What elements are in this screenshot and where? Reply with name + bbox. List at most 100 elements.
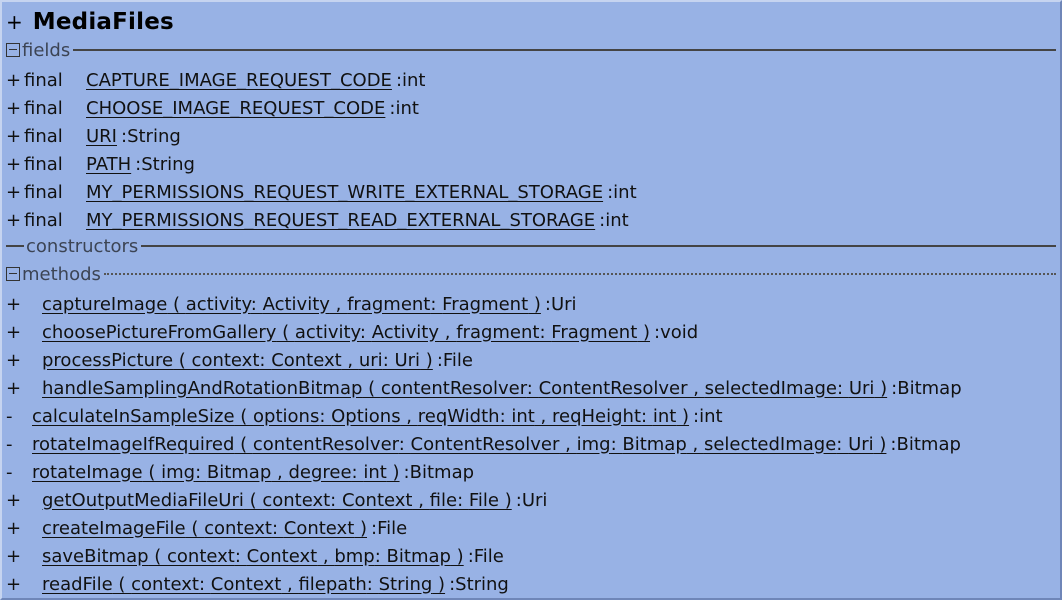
return-type: File — [442, 349, 474, 371]
param-separator: , — [687, 377, 705, 399]
method-row[interactable]: + getOutputMediaFileUri ( context: Contex… — [6, 486, 547, 514]
method-signature: getOutputMediaFileUri ( context: Context… — [42, 490, 512, 511]
section-divider — [141, 245, 1056, 247]
type-separator: : — [837, 377, 849, 399]
method-name: handleSamplingAndRotationBitmap — [42, 377, 363, 399]
method-row[interactable]: + saveBitmap ( context: Context , bmp: Bi… — [6, 542, 504, 570]
field-modifier: final — [24, 125, 63, 147]
field-row[interactable]: + final CAPTURE_IMAGE_REQUEST_CODE: int — [6, 66, 425, 94]
paren-close: ) — [432, 573, 446, 595]
method-name: saveBitmap — [42, 545, 149, 567]
param-name: fragment — [456, 321, 540, 343]
field-row[interactable]: + final URI: String — [6, 122, 181, 150]
type-separator: : — [526, 377, 539, 399]
paren-close: ) — [354, 517, 368, 539]
method-row[interactable]: + handleSamplingAndRotationBitmap ( conte… — [6, 374, 962, 402]
field-name: MY_PERMISSIONS_REQUEST_READ_EXTERNAL_STO… — [86, 209, 596, 231]
collapse-icon[interactable] — [6, 43, 20, 57]
paren-close: ) — [874, 377, 888, 399]
param-name: degree — [288, 461, 352, 483]
method-signature: choosePictureFromGallery ( activity: Act… — [42, 322, 650, 343]
param-name: file — [429, 489, 458, 511]
return-type: File — [473, 545, 504, 567]
paren-open: ( — [167, 293, 186, 315]
param-name: filepath — [298, 573, 367, 595]
type-separator: : — [330, 489, 342, 511]
param-name: context — [262, 489, 331, 511]
method-visibility: + — [6, 545, 22, 567]
param-type: Bitmap — [622, 433, 687, 455]
paren-close: ) — [676, 405, 690, 427]
method-signature: createImageFile ( context: Context ) — [42, 518, 367, 539]
method-row[interactable]: + readFile ( context: Context , filepath:… — [6, 570, 509, 598]
field-row[interactable]: + final MY_PERMISSIONS_REQUEST_WRITE_EXTER… — [6, 178, 637, 206]
field-row[interactable]: + final MY_PERMISSIONS_REQUEST_READ_EXTERN… — [6, 206, 629, 234]
paren-open: ( — [362, 377, 381, 399]
type-separator: : — [430, 293, 443, 315]
return-type: String — [455, 573, 509, 595]
type-separator: : — [457, 489, 469, 511]
method-row[interactable]: + processPicture ( context: Context , uri… — [6, 346, 473, 374]
method-visibility: + — [6, 321, 22, 343]
methods-label: methods — [22, 263, 101, 285]
param-type: Uri — [394, 349, 421, 371]
return-type: Bitmap — [897, 377, 962, 399]
method-name: rotateImageIfRequired — [32, 433, 235, 455]
method-row[interactable]: + createImageFile ( context: Context ): Fi… — [6, 514, 407, 542]
param-type: Bitmap — [206, 461, 272, 483]
method-name: calculateInSampleSize — [32, 405, 235, 427]
method-row[interactable]: - rotateImage ( img: Bitmap , degree: int… — [6, 458, 474, 486]
section-divider — [6, 245, 24, 247]
field-type: int — [402, 69, 426, 91]
method-visibility: + — [6, 293, 22, 315]
param-type: Activity — [262, 293, 330, 315]
type-separator: : — [271, 517, 284, 539]
paren-open: ( — [243, 489, 263, 511]
param-name: reqHeight — [552, 405, 642, 427]
param-type: int — [363, 461, 387, 483]
param-type: ContentResolver — [538, 377, 688, 399]
field-type: int — [605, 209, 629, 231]
method-visibility: + — [6, 517, 22, 539]
param-name: activity — [185, 293, 251, 315]
method-row[interactable]: + captureImage ( activity: Activity , fra… — [6, 290, 577, 318]
method-visibility: + — [6, 573, 22, 595]
field-modifier: final — [24, 209, 63, 231]
param-name: options — [253, 405, 320, 427]
field-visibility: + — [6, 153, 22, 175]
param-type: Context — [246, 545, 318, 567]
type-separator: : — [359, 321, 372, 343]
method-signature: handleSamplingAndRotationBitmap ( conten… — [42, 378, 887, 399]
field-name: MY_PERMISSIONS_REQUEST_WRITE_EXTERNAL_ST… — [86, 181, 604, 203]
field-row[interactable]: + final CHOOSE_IMAGE_REQUEST_CODE: int — [6, 94, 419, 122]
param-separator: , — [686, 433, 704, 455]
method-row[interactable]: - rotateImageIfRequired ( contentResolver… — [6, 430, 961, 458]
param-type: Bitmap — [386, 545, 451, 567]
param-separator: , — [271, 461, 289, 483]
field-modifier: final — [24, 181, 63, 203]
paren-close: ) — [637, 321, 651, 343]
method-visibility: + — [6, 349, 22, 371]
param-separator: , — [400, 405, 418, 427]
paren-close: ) — [420, 349, 433, 371]
param-separator: , — [439, 321, 457, 343]
paren-open: ( — [234, 405, 254, 427]
collapse-icon[interactable] — [6, 267, 20, 281]
type-separator: : — [836, 433, 849, 455]
field-type: int — [613, 181, 637, 203]
method-signature: captureImage ( activity: Activity , frag… — [42, 294, 541, 315]
return-type: Bitmap — [409, 461, 475, 483]
param-type: Uri — [848, 433, 874, 455]
methods-section-header: methods — [6, 263, 1056, 285]
class-header: + MediaFiles — [6, 8, 174, 36]
type-separator: : — [366, 573, 379, 595]
method-row[interactable]: + choosePictureFromGallery ( activity: Ac… — [6, 318, 698, 346]
field-visibility: + — [6, 209, 22, 231]
type-separator: : — [499, 405, 512, 427]
type-separator: : — [641, 405, 653, 427]
method-row[interactable]: - calculateInSampleSize ( options: Option… — [6, 402, 723, 430]
field-row[interactable]: + final PATH: String — [6, 150, 195, 178]
field-visibility: + — [6, 69, 22, 91]
param-separator: , — [559, 433, 577, 455]
type-separator: : — [351, 461, 364, 483]
